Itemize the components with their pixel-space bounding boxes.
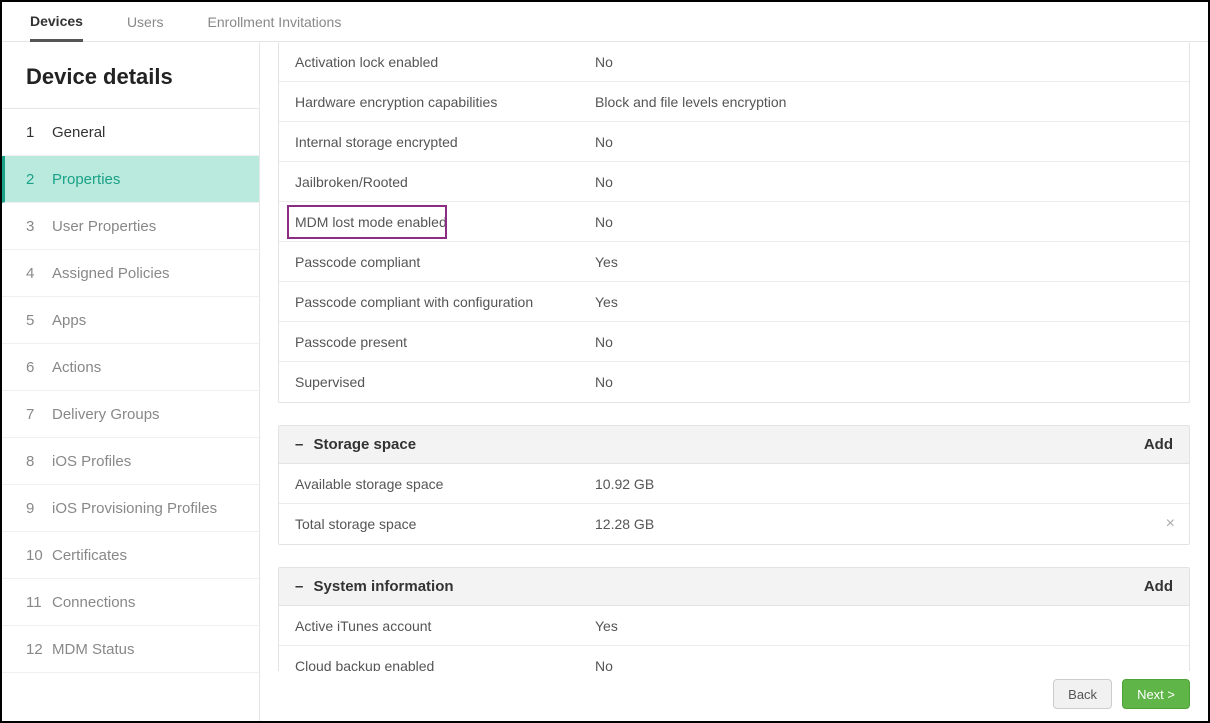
security-panel: Activation lock enabled No Hardware encr… <box>278 42 1190 403</box>
property-label: Supervised <box>295 374 595 390</box>
property-row[interactable]: Hardware encryption capabilities Block a… <box>279 82 1189 122</box>
sidebar-item-number: 7 <box>26 406 52 423</box>
system-panel-header[interactable]: – System information Add <box>279 568 1189 606</box>
sidebar-item-assigned-policies[interactable]: 4 Assigned Policies <box>2 250 259 297</box>
system-panel: – System information Add Active iTunes a… <box>278 567 1190 671</box>
sidebar-item-label: Apps <box>52 312 86 329</box>
panel-title: Storage space <box>314 436 417 453</box>
property-row[interactable]: Passcode compliant Yes <box>279 242 1189 282</box>
collapse-icon[interactable]: – <box>295 436 303 453</box>
sidebar-item-label: MDM Status <box>52 641 135 658</box>
sidebar-item-label: iOS Provisioning Profiles <box>52 500 217 517</box>
sidebar-item-mdm-status[interactable]: 12 MDM Status <box>2 626 259 673</box>
property-row-mdm-lost-mode[interactable]: MDM lost mode enabled No <box>279 202 1189 242</box>
sidebar-item-label: Connections <box>52 594 135 611</box>
sidebar-item-label: Properties <box>52 171 120 188</box>
property-label: MDM lost mode enabled <box>295 214 595 230</box>
back-button[interactable]: Back <box>1053 679 1112 709</box>
sidebar-item-properties[interactable]: 2 Properties <box>2 156 259 203</box>
sidebar-item-label: Delivery Groups <box>52 406 160 423</box>
property-label: Active iTunes account <box>295 618 595 634</box>
collapse-icon[interactable]: – <box>295 578 303 595</box>
property-value: Block and file levels encryption <box>595 94 786 110</box>
sidebar-nav: 1 General 2 Properties 3 User Properties… <box>2 109 259 673</box>
property-row[interactable]: Internal storage encrypted No <box>279 122 1189 162</box>
property-label: Available storage space <box>295 476 595 492</box>
property-value: No <box>595 54 613 70</box>
property-value: Yes <box>595 294 618 310</box>
main-content: Activation lock enabled No Hardware encr… <box>260 42 1208 721</box>
property-label: Passcode compliant with configuration <box>295 294 595 310</box>
property-label: Passcode compliant <box>295 254 595 270</box>
property-row[interactable]: Passcode compliant with configuration Ye… <box>279 282 1189 322</box>
sidebar-item-number: 1 <box>26 124 52 141</box>
tab-devices[interactable]: Devices <box>30 2 83 42</box>
sidebar-item-number: 9 <box>26 500 52 517</box>
sidebar-item-label: User Properties <box>52 218 156 235</box>
sidebar-item-number: 11 <box>26 594 52 611</box>
sidebar-item-general[interactable]: 1 General <box>2 109 259 156</box>
add-link[interactable]: Add <box>1144 578 1173 595</box>
panel-title: System information <box>314 578 454 595</box>
property-label: Total storage space <box>295 516 595 532</box>
close-icon[interactable]: × <box>1166 515 1175 533</box>
sidebar-item-user-properties[interactable]: 3 User Properties <box>2 203 259 250</box>
property-row[interactable]: Activation lock enabled No <box>279 42 1189 82</box>
sidebar-item-certificates[interactable]: 10 Certificates <box>2 532 259 579</box>
sidebar-item-number: 5 <box>26 312 52 329</box>
sidebar-item-delivery-groups[interactable]: 7 Delivery Groups <box>2 391 259 438</box>
property-value: No <box>595 374 613 390</box>
property-value: No <box>595 658 613 671</box>
add-link[interactable]: Add <box>1144 436 1173 453</box>
tab-enrollment-invitations[interactable]: Enrollment Invitations <box>208 2 342 42</box>
property-value: No <box>595 334 613 350</box>
sidebar-item-ios-provisioning-profiles[interactable]: 9 iOS Provisioning Profiles <box>2 485 259 532</box>
property-row[interactable]: Cloud backup enabled No <box>279 646 1189 671</box>
property-label: Activation lock enabled <box>295 54 595 70</box>
sidebar-item-label: Actions <box>52 359 101 376</box>
property-value: No <box>595 134 613 150</box>
property-label: Cloud backup enabled <box>295 658 595 671</box>
page-title: Device details <box>2 42 259 109</box>
sidebar-item-label: Assigned Policies <box>52 265 170 282</box>
sidebar-item-apps[interactable]: 5 Apps <box>2 297 259 344</box>
sidebar-item-number: 6 <box>26 359 52 376</box>
sidebar-item-number: 4 <box>26 265 52 282</box>
property-value: Yes <box>595 618 618 634</box>
sidebar-item-actions[interactable]: 6 Actions <box>2 344 259 391</box>
property-value: No <box>595 214 613 230</box>
sidebar-item-ios-profiles[interactable]: 8 iOS Profiles <box>2 438 259 485</box>
tab-users[interactable]: Users <box>127 2 164 42</box>
sidebar-item-number: 3 <box>26 218 52 235</box>
property-value: 10.92 GB <box>595 476 654 492</box>
property-row[interactable]: Active iTunes account Yes <box>279 606 1189 646</box>
property-row[interactable]: Supervised No <box>279 362 1189 402</box>
footer-buttons: Back Next > <box>1053 679 1190 709</box>
property-row[interactable]: Jailbroken/Rooted No <box>279 162 1189 202</box>
storage-panel: – Storage space Add Available storage sp… <box>278 425 1190 545</box>
property-value: No <box>595 174 613 190</box>
sidebar-item-number: 2 <box>26 171 52 188</box>
property-label: Jailbroken/Rooted <box>295 174 595 190</box>
sidebar-item-number: 10 <box>26 547 52 564</box>
sidebar-item-connections[interactable]: 11 Connections <box>2 579 259 626</box>
property-value: Yes <box>595 254 618 270</box>
property-label: Passcode present <box>295 334 595 350</box>
sidebar-item-label: Certificates <box>52 547 127 564</box>
top-tabs: Devices Users Enrollment Invitations <box>2 2 1208 42</box>
sidebar-item-number: 12 <box>26 641 52 658</box>
property-label: Internal storage encrypted <box>295 134 595 150</box>
property-row[interactable]: Passcode present No <box>279 322 1189 362</box>
property-row[interactable]: Available storage space 10.92 GB <box>279 464 1189 504</box>
property-row[interactable]: Total storage space 12.28 GB × <box>279 504 1189 544</box>
property-label: Hardware encryption capabilities <box>295 94 595 110</box>
sidebar-item-label: General <box>52 124 105 141</box>
storage-panel-header[interactable]: – Storage space Add <box>279 426 1189 464</box>
sidebar-item-number: 8 <box>26 453 52 470</box>
property-value: 12.28 GB <box>595 516 654 532</box>
sidebar: Device details 1 General 2 Properties 3 … <box>2 42 260 721</box>
next-button[interactable]: Next > <box>1122 679 1190 709</box>
sidebar-item-label: iOS Profiles <box>52 453 131 470</box>
